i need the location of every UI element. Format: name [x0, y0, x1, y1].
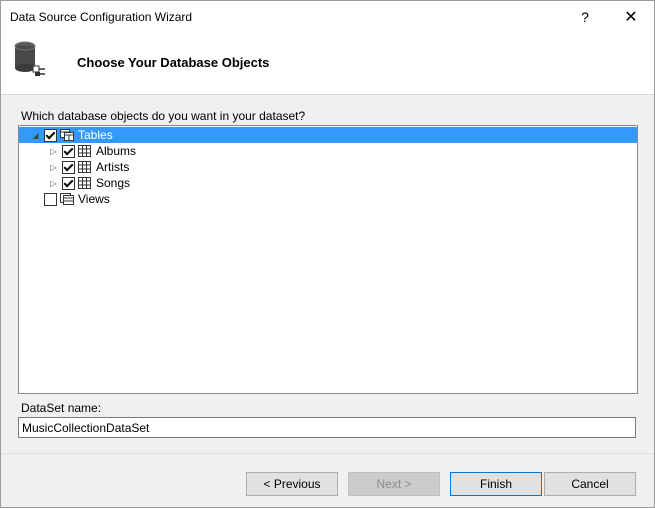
page-title: Choose Your Database Objects: [77, 55, 270, 70]
tree-prompt-label: Which database objects do you want in yo…: [21, 109, 306, 123]
tree-node-songs[interactable]: ▷ Songs: [19, 175, 130, 191]
tables-folder-icon: [60, 129, 74, 141]
collapse-arrow-icon[interactable]: ◢: [30, 127, 41, 143]
tree-node-albums[interactable]: ▷ Albums: [19, 143, 136, 159]
footer-divider: [1, 453, 654, 454]
tree-node-artists[interactable]: ▷ Artists: [19, 159, 129, 175]
tree-node-label: Tables: [78, 128, 113, 142]
views-checkbox[interactable]: [44, 192, 57, 206]
previous-button[interactable]: < Previous: [246, 472, 338, 496]
dataset-name-label: DataSet name:: [21, 401, 102, 415]
close-icon: ✕: [624, 8, 638, 26]
help-button[interactable]: ?: [562, 1, 608, 32]
tree-node-label: Songs: [96, 176, 131, 190]
finish-button[interactable]: Finish: [450, 472, 542, 496]
tree-node-label: Views: [78, 192, 110, 206]
help-icon: ?: [581, 8, 589, 25]
database-icon: [14, 41, 45, 76]
wizard-window: Data Source Configuration Wizard ? ✕ Cho…: [0, 0, 655, 508]
songs-checkbox[interactable]: [62, 176, 75, 190]
expand-arrow-icon[interactable]: ▷: [48, 143, 59, 159]
expand-arrow-icon[interactable]: ▷: [48, 159, 59, 175]
tree-node-views[interactable]: Views: [19, 191, 110, 207]
artists-checkbox[interactable]: [62, 160, 75, 174]
close-button[interactable]: ✕: [608, 1, 654, 32]
expand-arrow-icon[interactable]: ▷: [48, 175, 59, 191]
cancel-button[interactable]: Cancel: [544, 472, 636, 496]
next-button[interactable]: Next >: [348, 472, 440, 496]
dataset-name-input[interactable]: [18, 417, 636, 438]
table-icon: [78, 177, 91, 189]
tables-checkbox[interactable]: [44, 128, 57, 142]
tree-node-label: Albums: [96, 144, 137, 158]
table-icon: [78, 161, 91, 173]
albums-checkbox[interactable]: [62, 144, 75, 158]
window-title: Data Source Configuration Wizard: [10, 10, 193, 24]
views-icon: [60, 193, 74, 205]
tree-node-label: Artists: [96, 160, 130, 174]
tree-node-tables[interactable]: ◢ Tables: [19, 127, 637, 143]
table-icon: [78, 145, 91, 157]
database-objects-tree[interactable]: ◢ Tables ▷ Albums ▷ Artists ▷ Songs View…: [18, 125, 638, 394]
wizard-header: Choose Your Database Objects: [1, 32, 654, 95]
title-bar: Data Source Configuration Wizard ? ✕: [1, 1, 654, 32]
